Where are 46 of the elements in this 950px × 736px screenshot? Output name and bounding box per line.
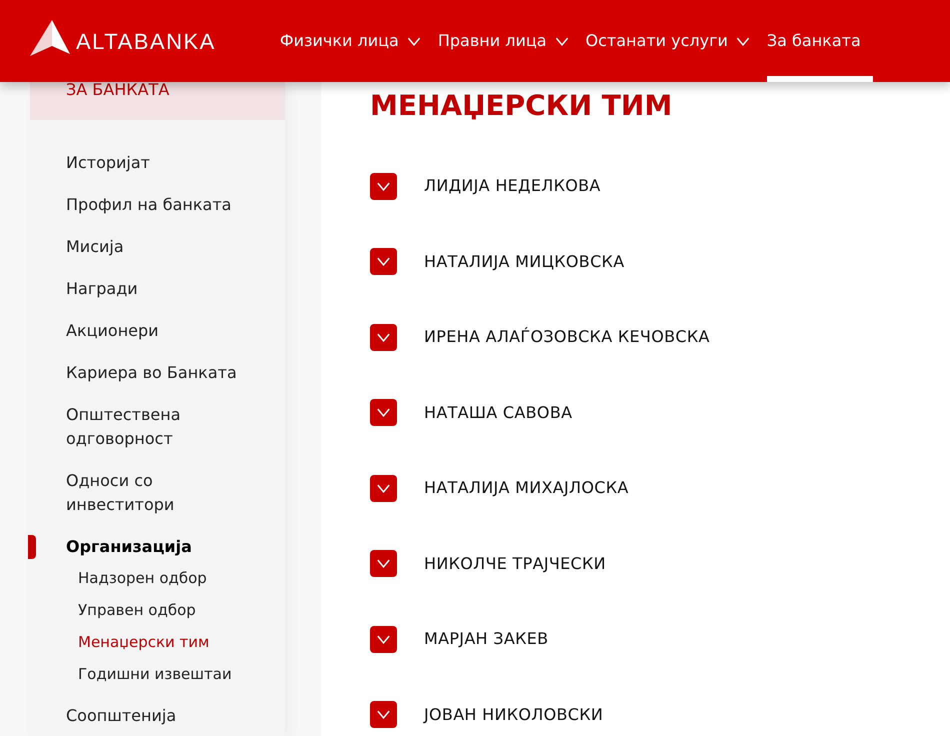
member-name[interactable]: НАТАША САВОВА — [424, 398, 572, 426]
expand-toggle[interactable] — [370, 248, 397, 275]
sidebar-link[interactable]: Мисија — [66, 235, 255, 259]
logo-icon — [30, 18, 70, 58]
chevron-down-icon — [376, 408, 391, 417]
sidebar-link[interactable]: Општествена одговорност — [66, 403, 255, 451]
nav-link[interactable]: За банката — [760, 0, 867, 82]
logo-text[interactable]: ALTABANKA — [76, 24, 216, 58]
sidebar-link[interactable]: Односи со инвеститори — [66, 469, 255, 517]
sidebar-sublink[interactable]: Управен одбор — [30, 598, 285, 622]
sidebar-link[interactable]: Историјат — [66, 151, 255, 175]
expand-toggle[interactable] — [370, 474, 397, 502]
page-title: МЕНАЏЕРСКИ ТИМ — [370, 88, 674, 124]
member-name[interactable]: НАТАЛИЈА МИЦКОВСКА — [424, 248, 624, 276]
nav-link[interactable]: Правни лица — [432, 0, 575, 82]
expand-toggle[interactable] — [370, 172, 397, 200]
member-name[interactable]: НАТАЛИЈА МИХАЈЛОСКА — [424, 474, 629, 502]
sidebar-heading: ЗА БАНКАТА — [66, 82, 170, 101]
member-name[interactable]: ЛИДИЈА НЕДЕЛКОВА — [424, 172, 601, 200]
member-name[interactable]: НИКОЛЧЕ ТРАЈЧЕСКИ — [424, 550, 606, 578]
chevron-down-icon — [376, 332, 391, 342]
chevron-down-icon — [376, 710, 391, 719]
member-name[interactable]: ЈОВАН НИКОЛОВСКИ — [424, 700, 604, 728]
sidebar-link[interactable]: Соопштенија — [66, 704, 255, 728]
sidebar-link[interactable]: Организација — [66, 535, 255, 559]
expand-toggle[interactable] — [370, 550, 397, 577]
sidebar-link[interactable]: Акционери — [66, 319, 255, 343]
nav-link[interactable]: Останати услуги — [580, 0, 756, 82]
chevron-down-icon — [376, 257, 391, 266]
sidebar-sublink[interactable]: Менаџерски тим — [30, 630, 285, 654]
chevron-down-icon — [376, 182, 391, 190]
sidebar-sublink[interactable]: Годишни извештаи — [30, 662, 285, 686]
chevron-down-icon — [376, 634, 391, 644]
sidebar-link[interactable]: Профил на банката — [66, 193, 255, 217]
sidebar-link[interactable]: Кариера во Банката — [66, 361, 255, 385]
expand-toggle[interactable] — [370, 701, 397, 728]
chevron-down-icon — [376, 559, 391, 568]
member-name[interactable]: ИРЕНА АЛАЃОЗОВСКА КЕЧОВСКА — [424, 323, 710, 351]
expand-toggle[interactable] — [370, 626, 397, 652]
chevron-down-icon — [376, 484, 391, 492]
expand-toggle[interactable] — [370, 324, 397, 350]
nav-link[interactable]: Физички лица — [274, 0, 427, 82]
sidebar-link[interactable]: Награди — [66, 277, 255, 301]
sidebar-sublink[interactable]: Надзорен одбор — [30, 566, 285, 590]
member-name[interactable]: МАРЈАН ЗАКЕВ — [424, 625, 548, 653]
expand-toggle[interactable] — [370, 399, 397, 426]
